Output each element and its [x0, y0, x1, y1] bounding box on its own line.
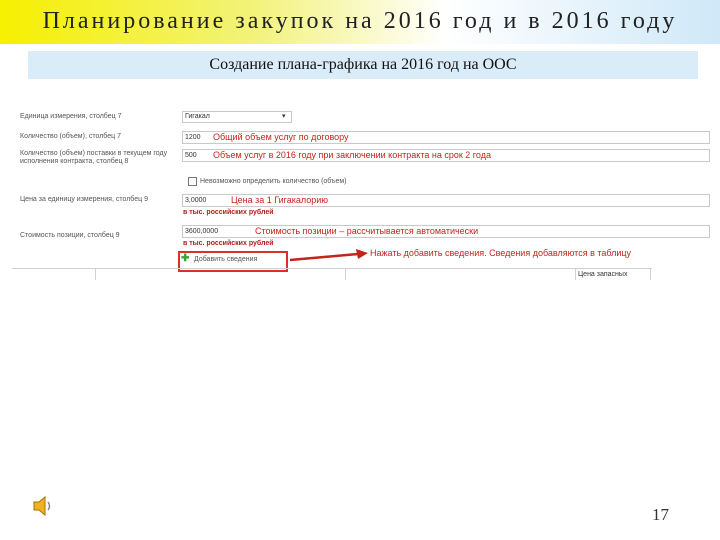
table-column-header: Цена запасных [578, 271, 628, 278]
cost-note: Стоимость позиции – рассчитывается автом… [255, 226, 479, 236]
arrow-icon [290, 249, 368, 262]
qty-label: Количество (объем), столбец 7 [20, 133, 121, 140]
quantity-checkbox[interactable] [188, 177, 197, 186]
unit-select[interactable]: Гигакал ▾ [182, 111, 292, 123]
add-info-button[interactable]: ✚ Добавить сведения [181, 254, 281, 266]
unit-label: Единица измерения, столбец 7 [20, 113, 122, 120]
price-input[interactable]: 3,0000 Цена за 1 Гигакалорию [182, 194, 710, 207]
price-currency: в тыс. российских рублей [183, 209, 274, 216]
table-divider [12, 268, 652, 269]
table-column-divider [650, 268, 651, 280]
plus-icon: ✚ [181, 253, 190, 264]
qty-current-label: Количество (объем) поставки в текущем го… [20, 150, 168, 165]
qty-current-input[interactable]: 500 Объем услуг в 2016 году при заключен… [182, 149, 710, 162]
qty-input[interactable]: 1200 Общий объем услуг по договору [182, 131, 710, 144]
chevron-down-icon: ▾ [282, 113, 286, 120]
price-value: 3,0000 [185, 197, 207, 204]
slide-subtitle: Создание плана-графика на 2016 год на ОО… [28, 51, 698, 79]
qty-value: 1200 [185, 134, 201, 141]
checkbox-label: Невозможно определить количество (объем) [200, 178, 347, 185]
cost-value: 3600,0000 [185, 228, 219, 235]
unit-value: Гигакал [185, 113, 210, 120]
price-note: Цена за 1 Гигакалорию [231, 195, 329, 205]
page-number: 17 [652, 505, 669, 524]
cost-input[interactable]: 3600,0000 Стоимость позиции – рассчитыва… [182, 225, 710, 238]
cost-currency: в тыс. российских рублей [183, 240, 274, 247]
add-info-label: Добавить сведения [194, 256, 258, 263]
qty-note: Общий объем услуг по договору [213, 132, 349, 142]
table-column-divider [95, 268, 96, 280]
price-label: Цена за единицу измерения, столбец 9 [20, 196, 148, 203]
slide-title: Планирование закупок на 2016 год и в 201… [42, 8, 678, 34]
qty-current-note: Объем услуг в 2016 году при заключении к… [213, 150, 491, 160]
table-column-divider [575, 268, 576, 280]
speaker-icon[interactable] [32, 494, 54, 518]
cost-label: Стоимость позиции, столбец 9 [20, 232, 120, 239]
table-column-divider [345, 268, 346, 280]
add-hint: Нажать добавить сведения. Сведения добав… [370, 248, 632, 258]
qty-current-value: 500 [185, 152, 197, 159]
